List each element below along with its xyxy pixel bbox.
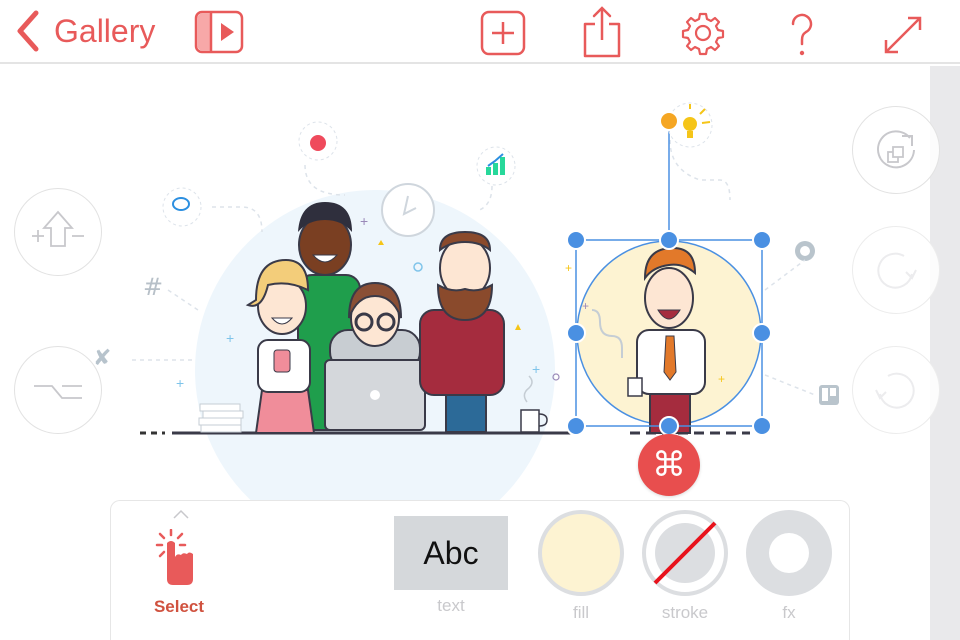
svg-text:+: + (226, 330, 234, 346)
stroke-width-icon (32, 210, 84, 247)
redo-button[interactable] (852, 226, 940, 314)
fx-ring-icon (746, 510, 832, 596)
slideshow-play-icon (194, 10, 244, 54)
text-label: text (437, 596, 465, 615)
text-tool[interactable]: Abc text (394, 516, 508, 616)
rotate-duplicate-icon (877, 130, 915, 169)
stroke-label: stroke (661, 603, 709, 622)
help-button[interactable] (777, 6, 827, 58)
add-square-icon (480, 10, 526, 56)
stroke-none-icon (642, 510, 728, 596)
fullscreen-button[interactable] (878, 6, 928, 58)
svg-text:+: + (360, 213, 368, 229)
stroke-tool[interactable]: stroke (641, 509, 729, 623)
back-to-gallery-button[interactable]: Gallery (14, 8, 155, 54)
svg-text:+: + (718, 372, 725, 386)
books (198, 403, 244, 433)
settings-button[interactable] (678, 6, 728, 58)
selected-character-group[interactable]: + + + (565, 240, 762, 434)
handle-top (659, 230, 679, 250)
select-label: Select (153, 597, 205, 616)
undo-icon (875, 372, 915, 409)
top-toolbar: Gallery (0, 0, 960, 64)
laptop (324, 359, 426, 431)
fill-tool[interactable]: fill (537, 509, 625, 623)
illustration: # ✘ + + + + + + + (93, 102, 839, 550)
clock-icon (381, 183, 435, 237)
handle-top-right (752, 230, 772, 250)
question-icon (791, 13, 813, 56)
select-tool[interactable]: Select (139, 529, 219, 617)
back-label: Gallery (54, 12, 156, 49)
fill-swatch-icon (538, 510, 624, 596)
svg-text:+: + (176, 375, 184, 391)
chat-ring (162, 187, 202, 227)
add-button[interactable] (478, 6, 528, 58)
rotate-duplicate-button[interactable] (852, 106, 940, 194)
svg-text:+: + (532, 361, 540, 377)
fx-label: fx (782, 603, 796, 622)
handle-left (566, 323, 586, 343)
handle-bottom-left (566, 416, 586, 436)
chat-bubbles-icon (172, 197, 190, 211)
handle-top-left (566, 230, 586, 250)
path-smooth-icon (34, 385, 82, 399)
tap-hand-icon (155, 529, 193, 585)
growth-chart-icon (486, 153, 505, 175)
github-icon (795, 241, 815, 261)
handle-right (752, 323, 772, 343)
handle-bottom (659, 416, 679, 436)
stopwatch-icon (310, 135, 326, 151)
command-icon: ⌘ (652, 445, 686, 485)
fx-tool[interactable]: fx (745, 509, 833, 623)
stroke-width-button[interactable] (14, 188, 102, 276)
svg-text:+: + (582, 299, 589, 313)
rotation-handle[interactable] (659, 111, 679, 131)
command-menu-button[interactable]: ⌘ (638, 434, 700, 496)
redo-icon (877, 252, 917, 289)
chevron-left-icon (17, 10, 39, 52)
trello-icon (819, 385, 839, 405)
path-smooth-button[interactable] (14, 346, 102, 434)
slideshow-button[interactable] (194, 6, 244, 58)
gear-icon (681, 12, 725, 56)
drawing-canvas[interactable]: # ✘ + + + + + + + (0, 66, 930, 550)
svg-text:+: + (565, 261, 572, 275)
share-button[interactable] (577, 6, 627, 58)
fill-label: fill (572, 603, 590, 622)
undo-button[interactable] (852, 346, 940, 434)
bottom-tool-panel: Select Abc text fill stroke fx (110, 500, 850, 640)
expand-icon (884, 16, 922, 54)
handle-bottom-right (752, 416, 772, 436)
text-style-swatch: Abc (394, 516, 508, 590)
hashtag-icon: # (143, 273, 163, 301)
share-icon (583, 6, 621, 58)
chevron-up-icon[interactable] (171, 507, 191, 521)
